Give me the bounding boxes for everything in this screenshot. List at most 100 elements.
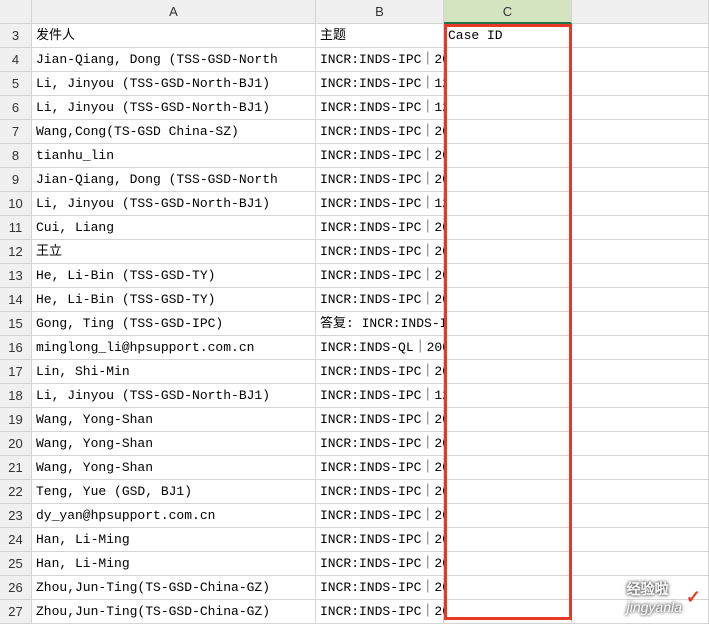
cell-overflow-tail[interactable] xyxy=(572,456,709,480)
cell-sender[interactable]: He, Li-Bin (TSS-GSD-TY) xyxy=(32,288,316,312)
cell-overflow-tail[interactable] xyxy=(572,360,709,384)
cell-subject[interactable]: INCR:INDS-IPC｜2009364｜F4HZ96059001｜苏州E xyxy=(316,432,444,456)
cell-subject[interactable]: INCR:INDS-IPC｜2009308｜F4XZ98739088｜万达电 xyxy=(316,552,444,576)
cell-sender[interactable]: Zhou,Jun-Ting(TS-GSD-China-GZ) xyxy=(32,600,316,624)
cell-subject[interactable]: INCR:INDS-IPC｜2009542｜F4H747401001｜万达电 xyxy=(316,576,444,600)
cell-sender[interactable]: Wang, Yong-Shan xyxy=(32,456,316,480)
cell-caseid[interactable] xyxy=(444,576,572,600)
cell-sender[interactable]: Li, Jinyou (TSS-GSD-North-BJ1) xyxy=(32,72,316,96)
row-header-7[interactable]: 7 xyxy=(0,120,32,144)
cell-empty[interactable] xyxy=(572,24,709,48)
cell-caseid[interactable] xyxy=(444,48,572,72)
cell-subject[interactable]: INCR:INDS-IPC｜2009542｜F4HZ46761001｜万达电 xyxy=(316,600,444,624)
row-header-18[interactable]: 18 xyxy=(0,384,32,408)
cell-sender[interactable]: Lin, Shi-Min xyxy=(32,360,316,384)
cell-subject[interactable]: INCR:INDS-IPC｜2009364｜F4HZ96059001｜苏州E xyxy=(316,408,444,432)
cell-caseid[interactable] xyxy=(444,336,572,360)
cell-subject[interactable]: INCR:INDS-IPC｜1210318｜F4XZ98568001~016+F… xyxy=(316,96,444,120)
cell-sender[interactable]: dy_yan@hpsupport.com.cn xyxy=(32,504,316,528)
cell-caseid[interactable] xyxy=(444,240,572,264)
row-header-20[interactable]: 20 xyxy=(0,432,32,456)
cell-overflow-tail[interactable] xyxy=(572,48,709,72)
row-header-11[interactable]: 11 xyxy=(0,216,32,240)
row-header-9[interactable]: 9 xyxy=(0,168,32,192)
header-cell-sender[interactable]: 发件人 xyxy=(32,24,316,48)
cell-overflow-tail[interactable] xyxy=(572,288,709,312)
row-header-13[interactable]: 13 xyxy=(0,264,32,288)
cell-overflow-tail[interactable] xyxy=(572,528,709,552)
cell-sender[interactable]: Wang, Yong-Shan xyxy=(32,432,316,456)
cell-overflow-tail[interactable] xyxy=(572,336,709,360)
cell-subject[interactable]: INCR:INDS-IPC｜2009953｜F4XZ98652016+F4XZ9… xyxy=(316,168,444,192)
cell-sender[interactable]: Teng, Yue (GSD, BJ1) xyxy=(32,480,316,504)
cell-caseid[interactable] xyxy=(444,192,572,216)
cell-caseid[interactable] xyxy=(444,264,572,288)
cell-subject[interactable]: INCR:INDS-IPC｜2009644｜F4HZ97278035｜山西省 xyxy=(316,264,444,288)
cell-subject[interactable]: 答复: INCR:INDS-IPC｜1210318｜F4XZ98568001~ xyxy=(316,312,444,336)
cell-subject[interactable]: INCR:INDS-IPC｜1210318｜F4XZ98568001^016+F… xyxy=(316,72,444,96)
cell-sender[interactable]: Gong, Ting (TSS-GSD-IPC) xyxy=(32,312,316,336)
cell-overflow-tail[interactable] xyxy=(572,120,709,144)
cell-caseid[interactable] xyxy=(444,168,572,192)
corner-cell[interactable] xyxy=(0,0,32,24)
row-header-8[interactable]: 8 xyxy=(0,144,32,168)
cell-subject[interactable]: INCR:INDS-IPC｜2009289｜F4HZ97306001｜浙商银 xyxy=(316,528,444,552)
cell-caseid[interactable] xyxy=(444,384,572,408)
row-header-26[interactable]: 26 xyxy=(0,576,32,600)
row-header-14[interactable]: 14 xyxy=(0,288,32,312)
header-cell-caseid[interactable]: Case ID xyxy=(444,24,572,48)
cell-caseid[interactable] xyxy=(444,432,572,456)
cell-overflow-tail[interactable] xyxy=(572,408,709,432)
cell-overflow-tail[interactable] xyxy=(572,144,709,168)
row-header-17[interactable]: 17 xyxy=(0,360,32,384)
row-header-24[interactable]: 24 xyxy=(0,528,32,552)
row-header-22[interactable]: 22 xyxy=(0,480,32,504)
cell-sender[interactable]: He, Li-Bin (TSS-GSD-TY) xyxy=(32,264,316,288)
cell-overflow-tail[interactable] xyxy=(572,96,709,120)
cell-overflow-tail[interactable] xyxy=(572,216,709,240)
cell-sender[interactable]: 王立 xyxy=(32,240,316,264)
row-header-15[interactable]: 15 xyxy=(0,312,32,336)
cell-sender[interactable]: Han, Li-Ming xyxy=(32,552,316,576)
cell-overflow-tail[interactable] xyxy=(572,312,709,336)
cell-sender[interactable]: Li, Jinyou (TSS-GSD-North-BJ1) xyxy=(32,96,316,120)
cell-overflow-tail[interactable] xyxy=(572,384,709,408)
cell-overflow-tail[interactable] xyxy=(572,504,709,528)
row-header-25[interactable]: 25 xyxy=(0,552,32,576)
row-header-10[interactable]: 10 xyxy=(0,192,32,216)
cell-caseid[interactable] xyxy=(444,72,572,96)
column-header-A[interactable]: A xyxy=(32,0,316,24)
row-header-23[interactable]: 23 xyxy=(0,504,32,528)
row-header-21[interactable]: 21 xyxy=(0,456,32,480)
cell-sender[interactable]: minglong_li@hpsupport.com.cn xyxy=(32,336,316,360)
cell-sender[interactable]: Wang,Cong(TS-GSD China-SZ) xyxy=(32,120,316,144)
row-header-3[interactable]: 3 xyxy=(0,24,32,48)
cell-subject[interactable]: INCR:INDS-QL｜2005744｜F4H967008013+F4HZ68… xyxy=(316,336,444,360)
column-header-C[interactable]: C xyxy=(444,0,572,24)
cell-caseid[interactable] xyxy=(444,600,572,624)
cell-overflow-tail[interactable] xyxy=(572,552,709,576)
cell-caseid[interactable] xyxy=(444,528,572,552)
cell-sender[interactable]: Wang, Yong-Shan xyxy=(32,408,316,432)
cell-caseid[interactable] xyxy=(444,96,572,120)
cell-sender[interactable]: Cui, Liang xyxy=(32,216,316,240)
cell-sender[interactable]: Li, Jinyou (TSS-GSD-North-BJ1) xyxy=(32,192,316,216)
cell-overflow-tail[interactable] xyxy=(572,192,709,216)
cell-overflow-tail[interactable] xyxy=(572,264,709,288)
cell-caseid[interactable] xyxy=(444,408,572,432)
cell-caseid[interactable] xyxy=(444,552,572,576)
cell-subject[interactable]: INCR:INDS-IPC｜2009888｜F4HZ69032001｜深圳市 xyxy=(316,120,444,144)
cell-subject[interactable]: INCR:INDS-IPC｜2009783｜F4H921160007+F4HZ9… xyxy=(316,504,444,528)
row-header-5[interactable]: 5 xyxy=(0,72,32,96)
cell-sender[interactable]: Han, Li-Ming xyxy=(32,528,316,552)
row-header-19[interactable]: 19 xyxy=(0,408,32,432)
cell-subject[interactable]: INCR:INDS-IPC｜2009659｜F4HZ97327001-002｜宁 xyxy=(316,360,444,384)
cell-overflow-tail[interactable] xyxy=(572,240,709,264)
cell-subject[interactable]: INCR:INDS-IPC｜1210318｜F4XZ98568001~016+F… xyxy=(316,384,444,408)
cell-sender[interactable]: Li, Jinyou (TSS-GSD-North-BJ1) xyxy=(32,384,316,408)
cell-caseid[interactable] xyxy=(444,360,572,384)
cell-overflow-tail[interactable] xyxy=(572,480,709,504)
cell-caseid[interactable] xyxy=(444,288,572,312)
cell-overflow-tail[interactable] xyxy=(572,72,709,96)
header-cell-subject[interactable]: 主题 xyxy=(316,24,444,48)
